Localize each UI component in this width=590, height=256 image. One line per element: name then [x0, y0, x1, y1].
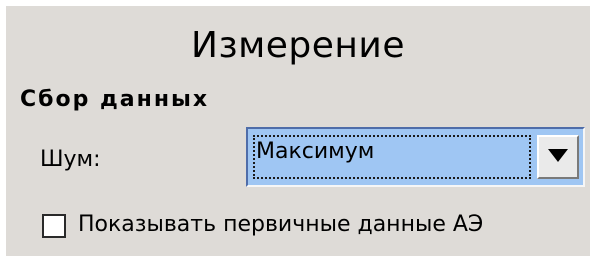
noise-select-value: Максимум [256, 139, 375, 164]
show-raw-ae-data-label[interactable]: Показывать первичные данные АЭ [78, 210, 483, 240]
noise-select[interactable]: Максимум [246, 127, 585, 187]
dropdown-button[interactable] [537, 135, 579, 179]
panel-title: Измерение [191, 25, 405, 66]
show-raw-ae-data-checkbox[interactable] [42, 214, 66, 238]
triangle-down-icon [548, 149, 568, 162]
section-header-data-collection: Сбор данных [20, 87, 210, 112]
noise-label: Шум: [40, 147, 101, 172]
measurement-panel: Измерение Сбор данных Шум: Максимум Пока… [6, 6, 590, 256]
